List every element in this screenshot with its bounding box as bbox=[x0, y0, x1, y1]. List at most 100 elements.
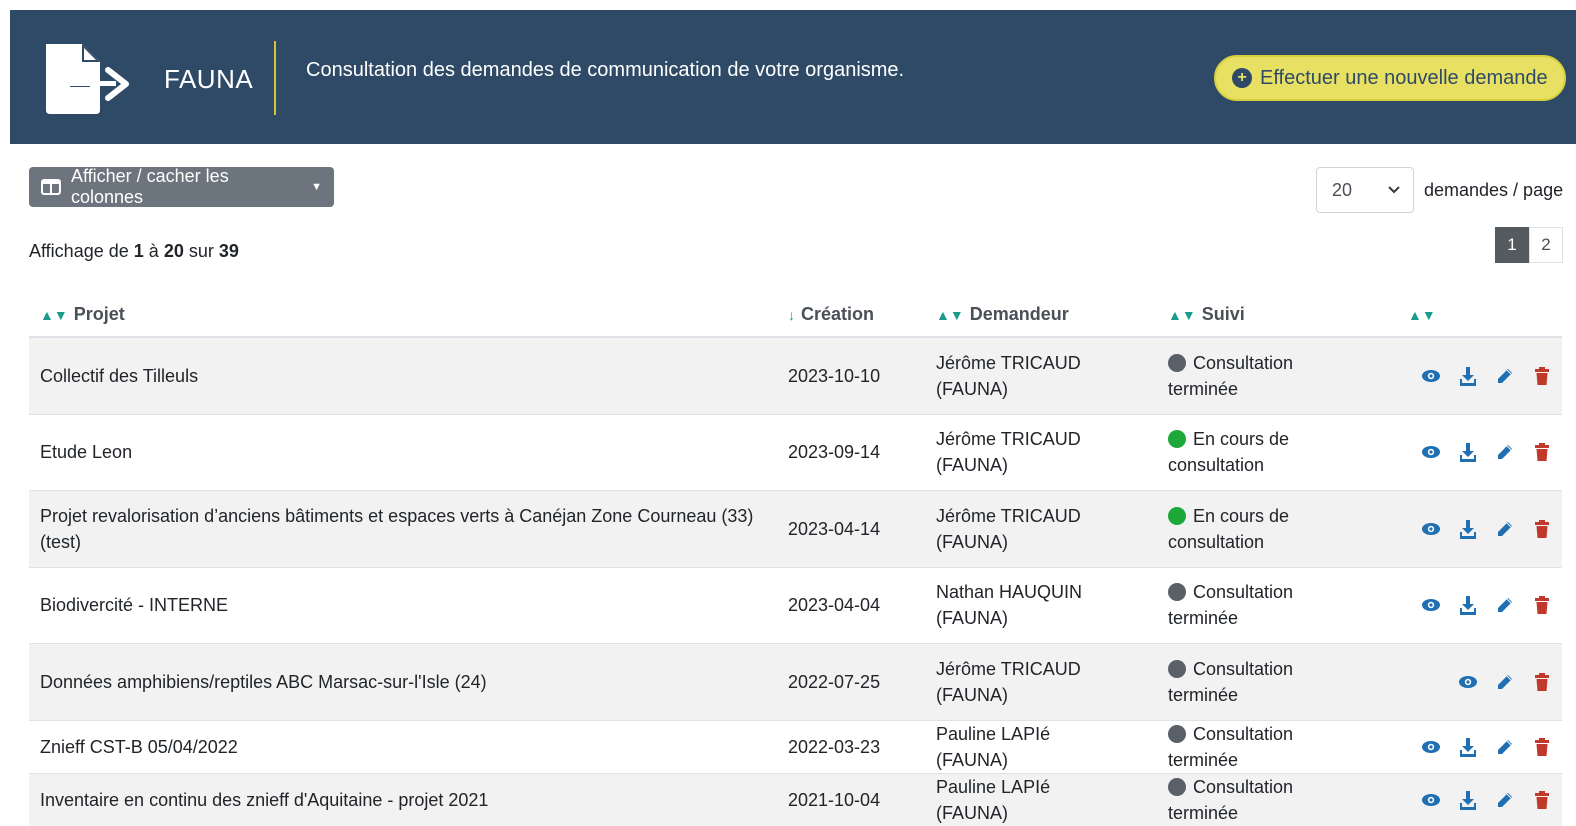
column-label: Suivi bbox=[1201, 303, 1245, 324]
table-row: Biodivercité - INTERNE 2023-04-04 Nathan H… bbox=[29, 566, 1562, 643]
status-dot-icon bbox=[1168, 659, 1186, 678]
table-row: Collectif des Tilleuls 2023-10-10 Jérôme T… bbox=[29, 336, 1562, 414]
table-row: Znieff CST-B 05/04/2022 2022-03-23 Pauline… bbox=[29, 719, 1562, 773]
info-prefix: Affichage de bbox=[29, 241, 129, 261]
pencil-icon[interactable] bbox=[1495, 366, 1515, 386]
status-label: En cours de consultation bbox=[1168, 505, 1290, 552]
cell-creation: 2023-09-14 bbox=[777, 413, 925, 490]
per-page-label: demandes / page bbox=[1424, 180, 1564, 200]
eye-icon[interactable] bbox=[1421, 737, 1441, 757]
eye-icon[interactable] bbox=[1421, 442, 1441, 462]
status-dot-icon bbox=[1168, 583, 1186, 601]
cell-demandeur: Jérôme TRICAUD (FAUNA) bbox=[925, 642, 1157, 720]
column-header-projet[interactable]: ▲▼ Projet bbox=[29, 292, 777, 338]
page-subtitle: Consultation des demandes de communicati… bbox=[306, 59, 905, 81]
cell-demandeur: Jérôme TRICAUD (FAUNA) bbox=[925, 489, 1157, 567]
pencil-icon[interactable] bbox=[1495, 519, 1515, 539]
status-dot-icon bbox=[1168, 353, 1186, 372]
sort-icon: ▲▼ bbox=[1408, 306, 1436, 323]
cell-suivi: Consultation terminée bbox=[1157, 719, 1397, 773]
column-header-suivi[interactable]: ▲▼ Suivi bbox=[1157, 292, 1397, 338]
page-button-1[interactable]: 1 bbox=[1495, 227, 1529, 263]
download-icon[interactable] bbox=[1458, 737, 1478, 757]
trash-icon[interactable] bbox=[1532, 737, 1552, 757]
eye-icon[interactable] bbox=[1421, 790, 1441, 810]
results-info: Affichage de 1 à 20 sur 39 bbox=[29, 241, 239, 262]
status-label: Consultation terminée bbox=[1168, 723, 1294, 770]
cell-actions bbox=[1397, 719, 1562, 773]
sort-icon: ▲▼ bbox=[936, 306, 964, 323]
cell-projet: Znieff CST-B 05/04/2022 bbox=[29, 719, 777, 773]
page-button-2[interactable]: 2 bbox=[1529, 227, 1563, 263]
cell-projet: Collectif des Tilleuls bbox=[29, 336, 777, 414]
trash-icon[interactable] bbox=[1532, 442, 1552, 462]
trash-icon[interactable] bbox=[1532, 519, 1552, 539]
trash-icon[interactable] bbox=[1532, 790, 1552, 810]
cell-suivi: Consultation terminée bbox=[1157, 642, 1397, 720]
cell-demandeur: Pauline LAPIé (FAUNA) bbox=[925, 719, 1157, 773]
download-icon[interactable] bbox=[1458, 519, 1478, 539]
status-label: Consultation terminée bbox=[1168, 352, 1294, 399]
eye-icon[interactable] bbox=[1458, 672, 1478, 692]
info-of-word: sur bbox=[188, 241, 214, 261]
column-label: Projet bbox=[73, 303, 125, 324]
toggle-columns-label: Afficher / cacher les colonnes bbox=[70, 166, 229, 207]
download-icon[interactable] bbox=[1458, 595, 1478, 615]
per-page-select[interactable]: 20 bbox=[1316, 167, 1414, 213]
status-dot-icon bbox=[1168, 506, 1186, 525]
pencil-icon[interactable] bbox=[1495, 737, 1515, 757]
download-icon[interactable] bbox=[1458, 366, 1478, 386]
pencil-icon[interactable] bbox=[1495, 672, 1515, 692]
app-header: FAUNA Consultation des demandes de commu… bbox=[10, 10, 1576, 144]
table-header-row: ▲▼ Projet ↓ Création ▲▼ Demandeur ▲▼ Suivi ▲… bbox=[29, 292, 1562, 338]
pencil-icon[interactable] bbox=[1495, 595, 1515, 615]
cell-demandeur: Jérôme TRICAUD (FAUNA) bbox=[925, 336, 1157, 414]
download-icon[interactable] bbox=[1458, 790, 1478, 810]
status-label: Consultation terminée bbox=[1168, 776, 1294, 823]
new-request-label: Effectuer une nouvelle demande bbox=[1260, 66, 1548, 89]
info-total: 39 bbox=[218, 241, 239, 261]
info-from: 1 bbox=[133, 241, 144, 261]
pencil-icon[interactable] bbox=[1495, 442, 1515, 462]
column-header-demandeur[interactable]: ▲▼ Demandeur bbox=[925, 292, 1157, 338]
caret-down-icon: ▼ bbox=[311, 181, 322, 193]
pencil-icon[interactable] bbox=[1495, 790, 1515, 810]
cell-creation: 2023-10-10 bbox=[777, 336, 925, 414]
cell-suivi: En cours de consultation bbox=[1157, 489, 1397, 567]
column-header-creation[interactable]: ↓ Création bbox=[777, 292, 925, 338]
cell-creation: 2022-07-25 bbox=[777, 642, 925, 720]
info-to-word: à bbox=[148, 241, 159, 261]
status-dot-icon bbox=[1168, 777, 1186, 796]
column-header-actions[interactable]: ▲▼ bbox=[1397, 292, 1562, 338]
cell-demandeur: Nathan HAUQUIN (FAUNA) bbox=[925, 566, 1157, 643]
table-row: Données amphibiens/reptiles ABC Marsac-s… bbox=[29, 642, 1562, 720]
cell-creation: 2023-04-14 bbox=[777, 489, 925, 567]
trash-icon[interactable] bbox=[1532, 672, 1552, 692]
download-icon[interactable] bbox=[1458, 442, 1478, 462]
trash-icon[interactable] bbox=[1532, 595, 1552, 615]
app-frame: FAUNA Consultation des demandes de commu… bbox=[10, 10, 1576, 826]
cell-actions bbox=[1397, 566, 1562, 643]
new-request-button[interactable]: + Effectuer une nouvelle demande bbox=[1214, 55, 1566, 101]
eye-icon[interactable] bbox=[1421, 595, 1441, 615]
cell-demandeur: Jérôme TRICAUD (FAUNA) bbox=[925, 413, 1157, 490]
cell-suivi: En cours de consultation bbox=[1157, 413, 1397, 490]
trash-icon[interactable] bbox=[1532, 366, 1552, 386]
status-dot-icon bbox=[1168, 430, 1186, 448]
info-to: 20 bbox=[163, 241, 184, 261]
cell-suivi: Consultation terminée bbox=[1157, 336, 1397, 414]
eye-icon[interactable] bbox=[1421, 519, 1441, 539]
brand-name: FAUNA bbox=[164, 64, 254, 94]
requests-table: ▲▼ Projet ↓ Création ▲▼ Demandeur ▲▼ Suivi ▲… bbox=[29, 292, 1562, 826]
cell-projet: Etude Leon bbox=[29, 413, 777, 490]
cell-actions bbox=[1397, 642, 1562, 720]
eye-icon[interactable] bbox=[1421, 366, 1441, 386]
status-dot-icon bbox=[1168, 724, 1186, 743]
column-label: Création bbox=[801, 303, 875, 324]
toggle-columns-button[interactable]: Afficher / cacher les colonnes ▼ bbox=[29, 166, 334, 207]
per-page-value: 20 bbox=[1332, 179, 1353, 200]
table-row: Projet revalorisation d’anciens bâtiment… bbox=[29, 489, 1562, 567]
columns-icon bbox=[41, 179, 61, 195]
cell-creation: 2022-03-23 bbox=[777, 719, 925, 773]
sort-desc-icon: ↓ bbox=[788, 306, 795, 323]
